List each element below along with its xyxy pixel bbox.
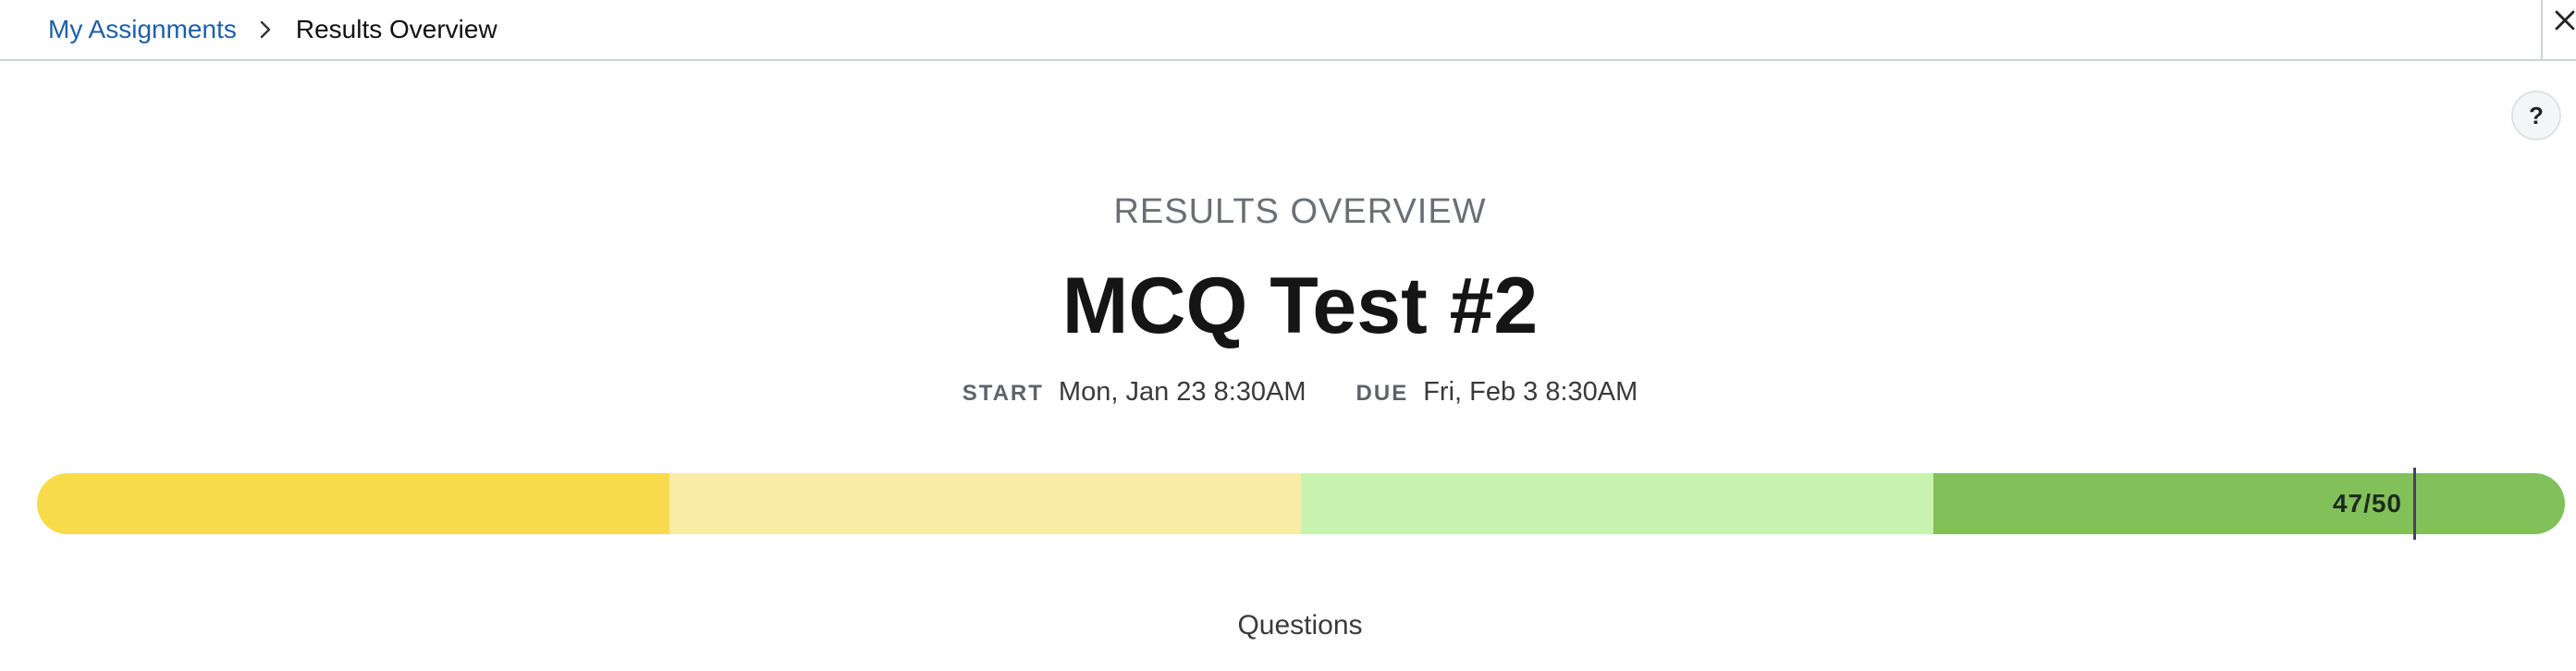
score-progress-bar [37,473,2565,534]
page-title: MCQ Test #2 [1061,262,1539,350]
chevron-right-icon [253,18,277,42]
score-label: 47/50 [2332,489,2402,518]
close-icon [2555,10,2575,30]
start-date-label: START [962,381,1044,406]
score-band-1 [37,473,669,534]
questions-heading: Questions [1237,610,1363,640]
help-button[interactable]: ? [2511,91,2561,140]
due-date-value: Fri, Feb 3 8:30AM [1423,377,1638,407]
score-band-3 [1301,473,1933,534]
close-button[interactable] [2541,0,2576,59]
breadcrumb-my-assignments-link[interactable]: My Assignments [48,15,237,44]
score-band-4 [1932,473,2565,534]
start-date-value: Mon, Jan 23 8:30AM [1058,377,1306,407]
results-overview-label: RESULTS OVERVIEW [1113,192,1487,231]
question-mark-icon: ? [2529,101,2544,129]
breadcrumb-current: Results Overview [295,15,497,43]
top-bar: My Assignments Results Overview [0,0,2576,61]
score-marker [2413,468,2416,540]
score-band-2 [669,473,1301,534]
assignment-dates: START Mon, Jan 23 8:30AM DUE Fri, Feb 3 … [0,377,2576,408]
due-date-label: DUE [1355,381,1409,406]
breadcrumb: My Assignments Results Overview [48,0,497,59]
